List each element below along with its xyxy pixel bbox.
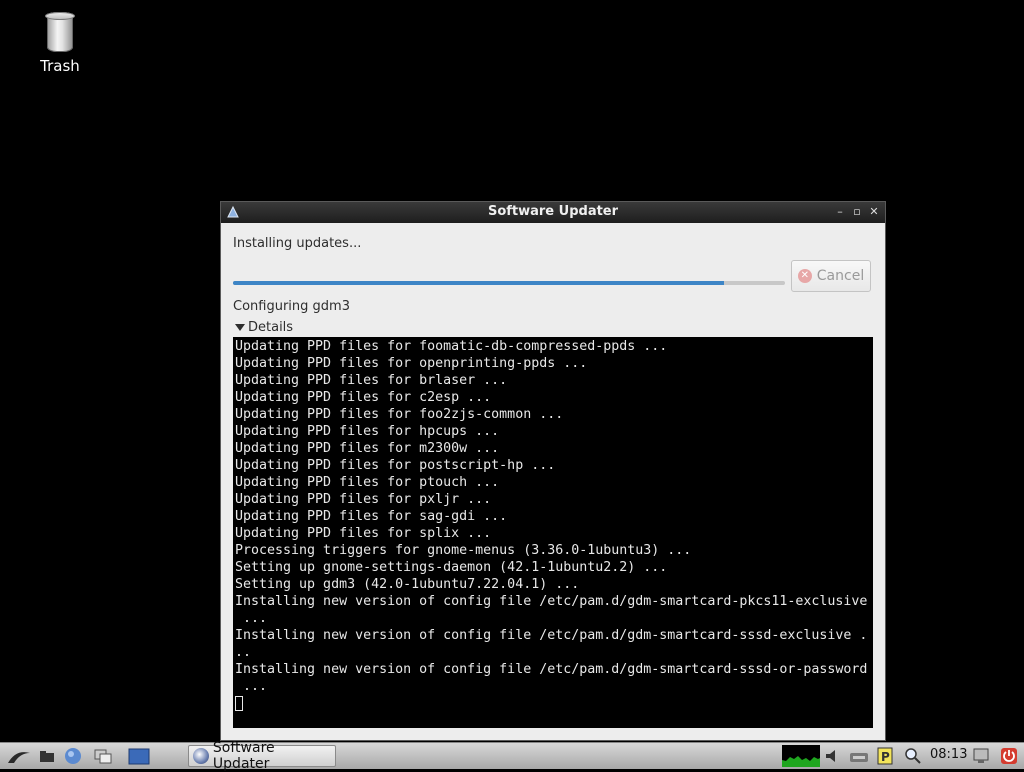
search-icon[interactable] (904, 747, 922, 765)
cancel-label: Cancel (816, 268, 865, 284)
terminal-line: Updating PPD files for foo2zjs-common ..… (235, 407, 564, 422)
cpu-monitor-icon[interactable] (782, 745, 820, 767)
terminal-line: Updating PPD files for foomatic-db-compr… (235, 339, 668, 354)
terminal-line: ... (235, 679, 268, 694)
window-switcher-icon[interactable] (94, 747, 112, 765)
subtask-text: Configuring gdm3 (233, 299, 350, 314)
status-text: Installing updates... (233, 236, 362, 251)
network-icon[interactable] (848, 747, 870, 765)
terminal-line: .. (235, 645, 252, 660)
window-titlebar[interactable]: Software Updater – ▫ ✕ (221, 202, 885, 223)
clipboard-icon[interactable]: P (876, 747, 894, 765)
terminal-line: Updating PPD files for brlaser ... (235, 373, 508, 388)
clock[interactable]: 08:13 (930, 747, 967, 762)
terminal-line: Setting up gnome-settings-daemon (42.1-1… (235, 560, 668, 575)
terminal-line: Updating PPD files for ptouch ... (235, 475, 500, 490)
desktop-icon[interactable] (128, 747, 150, 765)
power-icon[interactable] (1000, 747, 1018, 765)
terminal-output[interactable]: Updating PPD files for foomatic-db-compr… (233, 337, 873, 728)
window-title: Software Updater (487, 204, 619, 219)
terminal-line: Setting up gdm3 (42.0-1ubuntu7.22.04.1) … (235, 577, 580, 592)
details-label: Details (248, 320, 294, 335)
desktop-trash[interactable]: Trash (28, 10, 92, 75)
terminal-line: Installing new version of config file /e… (235, 662, 868, 677)
terminal-line: Updating PPD files for hpcups ... (235, 424, 500, 439)
terminal-line: Installing new version of config file /e… (235, 628, 868, 643)
details-expander[interactable]: Details (235, 320, 293, 335)
task-software-updater[interactable]: Software Updater (188, 740, 336, 772)
software-updater-task-icon (193, 748, 209, 764)
cancel-icon: ✕ (797, 269, 812, 283)
terminal-line: Updating PPD files for c2esp ... (235, 390, 492, 405)
progress-fill (233, 281, 725, 285)
minimize-icon[interactable]: – (833, 205, 847, 219)
web-browser-icon[interactable] (64, 747, 82, 765)
terminal-line: Processing triggers for gnome-menus (3.3… (235, 543, 692, 558)
task-label: Software Updater (212, 740, 275, 772)
terminal-line: Updating PPD files for openprinting-ppds… (235, 356, 588, 371)
terminal-cursor (235, 695, 243, 711)
terminal-line: Updating PPD files for postscript-hp ... (235, 458, 556, 473)
progress-bar (233, 281, 785, 285)
taskbar: Software Updater P 08:13 (0, 740, 1024, 772)
terminal-line: Updating PPD files for splix ... (235, 526, 492, 541)
expander-arrow-icon (235, 324, 245, 331)
close-icon[interactable]: ✕ (867, 205, 881, 219)
trash-label: Trash (40, 57, 80, 75)
software-updater-window: Software Updater – ▫ ✕ Installing update… (220, 201, 886, 741)
terminal-line: ... (235, 611, 268, 626)
svg-text:P: P (881, 750, 890, 764)
maximize-icon[interactable]: ▫ (850, 205, 864, 219)
terminal-line: Installing new version of config file /e… (235, 594, 868, 609)
terminal-line: Updating PPD files for m2300w ... (235, 441, 500, 456)
terminal-line: Updating PPD files for sag-gdi ... (235, 509, 508, 524)
cancel-button[interactable]: ✕ Cancel (791, 260, 871, 292)
terminal-cursor-line (235, 695, 871, 712)
volume-icon[interactable] (824, 747, 842, 765)
start-menu-icon[interactable] (6, 747, 32, 765)
trash-icon (45, 10, 75, 54)
lock-screen-icon[interactable] (972, 747, 990, 765)
terminal-line: Updating PPD files for pxljr ... (235, 492, 492, 507)
file-manager-icon[interactable] (38, 747, 56, 765)
